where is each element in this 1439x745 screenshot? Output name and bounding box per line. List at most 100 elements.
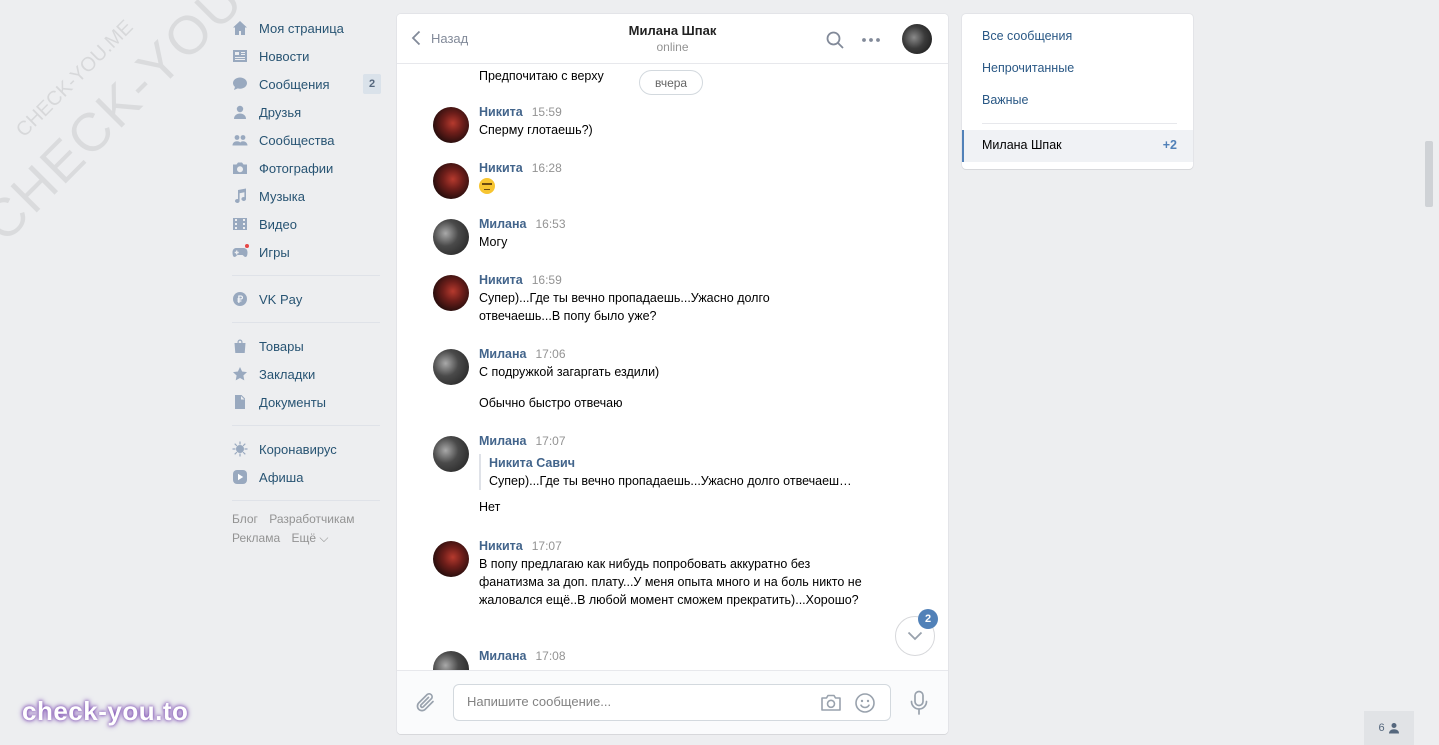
games-icon (232, 243, 250, 260)
games-notification-dot (244, 243, 250, 249)
bag-icon (232, 338, 248, 354)
message-time: 16:59 (531, 273, 562, 287)
message-author[interactable]: Никита (479, 161, 523, 175)
message-time: 17:08 (535, 649, 566, 663)
message-author[interactable]: Никита (479, 539, 523, 553)
sidebar-item-video[interactable]: Видео (226, 210, 384, 238)
message-filters-panel: Все сообщения Непрочитанные Важные Милан… (962, 14, 1193, 169)
sidebar-item-afisha[interactable]: Афиша (226, 463, 384, 491)
footer-link-developers[interactable]: Разработчикам (269, 512, 354, 526)
star-icon (232, 366, 248, 382)
avatar[interactable] (433, 163, 469, 199)
message-author[interactable]: Милана (479, 347, 527, 361)
sidebar-item-my-page[interactable]: Моя страница (226, 14, 384, 42)
message-item[interactable]: Никита 16:59 Супер)...Где ты вечно пропад… (433, 273, 903, 325)
conversation-unread-count: +2 (1162, 138, 1177, 152)
message-item[interactable]: Милана 16:53 Могу (433, 217, 903, 255)
play-icon (232, 469, 248, 485)
sidebar-divider (232, 275, 380, 276)
message-item[interactable]: Никита 15:59 Сперму глотаешь?) (433, 105, 903, 143)
message-author[interactable]: Никита (479, 105, 523, 119)
message-text: В попу предлагаю как нибудь попробовать … (479, 557, 862, 607)
sidebar-item-photos[interactable]: Фотографии (226, 154, 384, 182)
message-item[interactable]: Милана 17:06 С подружкой загаргать ездили… (433, 347, 903, 412)
sidebar-item-friends[interactable]: Друзья (226, 98, 384, 126)
message-author[interactable]: Милана (479, 649, 527, 663)
sidebar-divider (232, 425, 380, 426)
conversation-name: Милана Шпак (982, 138, 1062, 152)
sidebar-item-bookmarks[interactable]: Закладки (226, 360, 384, 388)
sidebar-divider (232, 322, 380, 323)
virus-icon (232, 441, 248, 457)
message-author[interactable]: Милана (479, 217, 527, 231)
avatar[interactable] (433, 107, 469, 143)
conversation-item-active[interactable]: Милана Шпак +2 (962, 130, 1193, 162)
brand-watermark: check-you.to (22, 696, 189, 726)
sidebar-item-communities[interactable]: Сообщества (226, 126, 384, 154)
camera-icon[interactable] (820, 693, 842, 713)
forwarded-message[interactable]: Никита Савич Супер)...Где ты вечно пропа… (479, 454, 903, 490)
avatar[interactable] (433, 651, 469, 670)
sidebar-item-games[interactable]: Игры (226, 238, 384, 266)
filter-unread[interactable]: Непрочитанные (982, 61, 1074, 75)
sidebar-item-documents[interactable]: Документы (226, 388, 384, 416)
sidebar-item-music[interactable]: Музыка (226, 182, 384, 210)
filter-important[interactable]: Важные (982, 93, 1029, 107)
forwarded-author[interactable]: Никита Савич (489, 454, 903, 472)
sidebar-item-label: Фотографии (259, 160, 334, 176)
date-separator[interactable]: вчера (639, 70, 704, 95)
message-author[interactable]: Милана (479, 434, 527, 448)
messages-count-badge: 2 (363, 74, 381, 94)
avatar[interactable] (433, 275, 469, 311)
footer-link-ads[interactable]: Реклама (232, 531, 280, 545)
message-input-box[interactable] (453, 684, 891, 721)
home-icon (232, 20, 248, 36)
chevron-down-icon (907, 631, 923, 641)
left-sidebar: Моя страница Новости Сообщения 2 Друзья … (226, 14, 384, 548)
footer-link-blog[interactable]: Блог (232, 512, 258, 526)
message-item[interactable]: Милана 17:07 Никита Савич Супер)...Где ты… (433, 434, 903, 516)
peer-avatar[interactable] (902, 24, 932, 54)
sidebar-item-label: Сообщества (259, 132, 335, 148)
message-item[interactable]: Никита 16:28 (433, 161, 903, 199)
message-item[interactable]: Милана 17:08 (433, 649, 903, 670)
sidebar-item-label: Новости (259, 48, 310, 64)
sidebar-item-label: VK Pay (259, 291, 303, 307)
filter-all-messages[interactable]: Все сообщения (982, 29, 1072, 43)
sidebar-item-label: Коронавирус (259, 441, 337, 457)
unread-badge: 2 (918, 609, 938, 629)
sidebar-footer: Блог Разработчикам Реклама Ещё ⌵ (226, 510, 384, 548)
more-icon[interactable] (861, 30, 881, 50)
message-time: 16:28 (531, 161, 562, 175)
sidebar-item-label: Музыка (259, 188, 305, 204)
message-author[interactable]: Никита (479, 273, 523, 287)
emoji-icon[interactable] (854, 692, 876, 714)
forwarded-text: Супер)...Где ты вечно пропадаешь...Ужасн… (489, 474, 852, 488)
microphone-icon[interactable] (908, 690, 930, 716)
music-icon (232, 188, 248, 204)
sidebar-item-vkpay[interactable]: VK Pay (226, 285, 384, 313)
online-viewers-widget[interactable]: 6 (1364, 711, 1414, 745)
sidebar-item-label: Видео (259, 216, 297, 232)
chat-panel: Назад Милана Шпак online Предпочитаю с в… (397, 14, 948, 734)
sidebar-item-goods[interactable]: Товары (226, 332, 384, 360)
message-item[interactable]: Никита 17:07 В попу предлагаю как нибудь … (433, 539, 903, 609)
sidebar-item-messages[interactable]: Сообщения 2 (226, 70, 384, 98)
panel-divider (982, 123, 1177, 124)
page-scrollbar[interactable] (1425, 141, 1433, 207)
avatar[interactable] (433, 219, 469, 255)
paperclip-icon[interactable] (415, 691, 437, 715)
message-time: 15:59 (531, 105, 562, 119)
message-text: Обычно быстро отвечаю (479, 396, 623, 410)
sidebar-item-coronavirus[interactable]: Коронавирус (226, 435, 384, 463)
footer-link-more[interactable]: Ещё ⌵ (291, 531, 328, 545)
sidebar-item-news[interactable]: Новости (226, 42, 384, 70)
message-input[interactable] (467, 694, 807, 709)
message-text: Нет (479, 500, 501, 514)
friends-icon (232, 104, 248, 120)
avatar[interactable] (433, 541, 469, 577)
search-icon[interactable] (825, 30, 845, 50)
avatar[interactable] (433, 349, 469, 385)
avatar[interactable] (433, 436, 469, 472)
sidebar-item-label: Документы (259, 394, 327, 410)
